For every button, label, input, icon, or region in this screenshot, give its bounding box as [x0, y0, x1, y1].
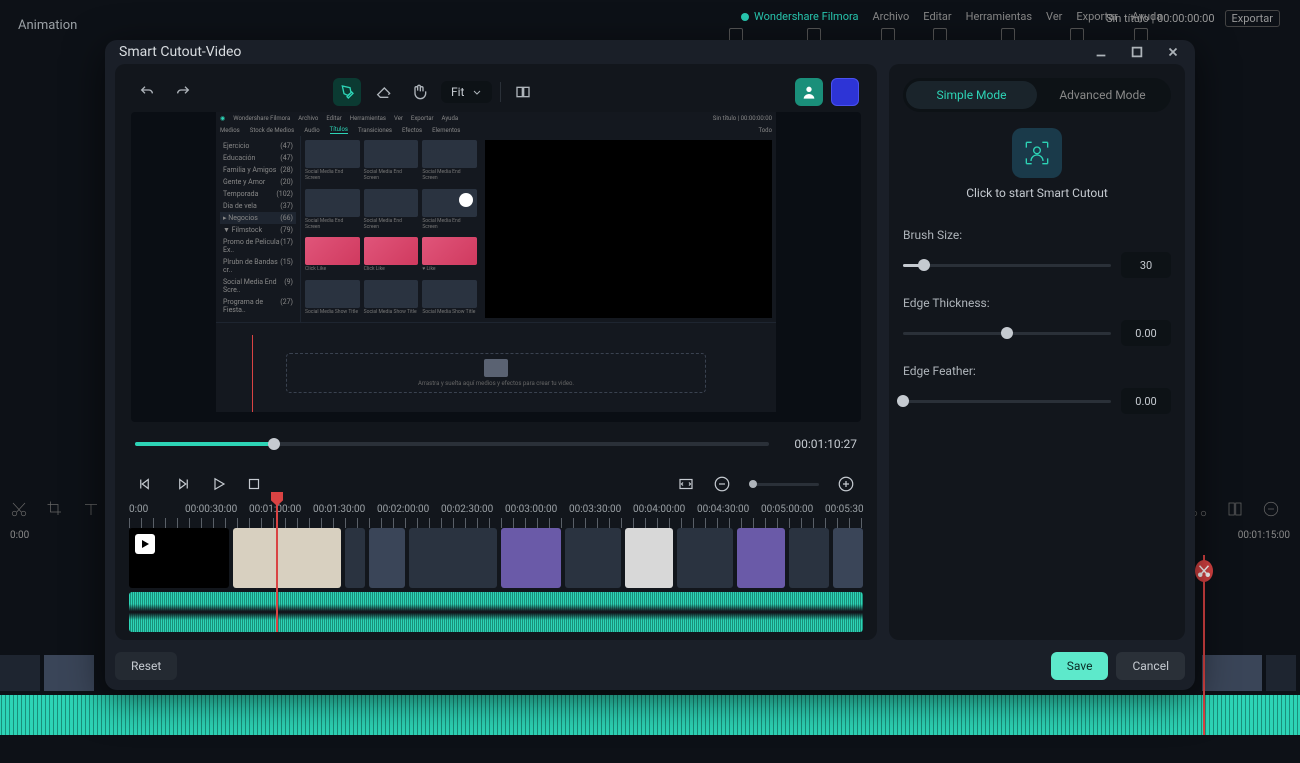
preview-area[interactable]: ◉Wondershare Filmora ArchivoEditarHerram… [131, 112, 861, 422]
mask-color-button[interactable] [831, 78, 859, 106]
eraser-tool-button[interactable] [369, 78, 397, 106]
bg-animation-title: Animation [18, 18, 77, 33]
fit-select[interactable]: Fit [441, 81, 492, 103]
brush-size-label: Brush Size: [903, 228, 1171, 242]
bg-playhead[interactable] [1203, 555, 1205, 735]
stop-button[interactable] [245, 475, 263, 493]
bg-audio-track[interactable] [0, 695, 1300, 735]
edge-feather-label: Edge Feather: [903, 364, 1171, 378]
crop-icon[interactable] [46, 500, 64, 518]
timeline-clip[interactable] [737, 528, 785, 588]
edge-thickness-value[interactable]: 0.00 [1121, 320, 1171, 346]
bg-menu-archivo[interactable]: Archivo [872, 10, 909, 23]
bg-clip[interactable] [1202, 655, 1262, 691]
edge-feather-slider[interactable] [903, 400, 1111, 403]
zoom-in-button[interactable] [837, 475, 855, 493]
bg-clip[interactable] [1266, 655, 1296, 691]
maximize-button[interactable] [1129, 44, 1145, 60]
fit-view-button[interactable] [677, 475, 695, 493]
timeline-clip[interactable] [565, 528, 621, 588]
timeline-clip[interactable] [369, 528, 405, 588]
bg-playhead-marker[interactable] [1195, 560, 1213, 582]
reset-button[interactable]: Reset [115, 652, 177, 680]
brush-tool-button[interactable] [333, 78, 361, 106]
hand-tool-button[interactable] [405, 78, 433, 106]
timeline-clip[interactable] [129, 528, 229, 588]
bg-menu-herramientas[interactable]: Herramientas [966, 10, 1032, 23]
timeline-clip[interactable] [409, 528, 497, 588]
prev-frame-button[interactable] [137, 475, 155, 493]
timeline-clip[interactable] [789, 528, 829, 588]
bg-ruler-mark: 0:00 [10, 530, 29, 550]
timeline-ruler[interactable]: 0:00 00:00:30:00 00:01:00:00 00:01:30:00… [129, 502, 863, 528]
undo-button[interactable] [133, 78, 161, 106]
next-frame-button[interactable] [173, 475, 191, 493]
bg-clip[interactable] [0, 655, 40, 691]
bg-ruler-mark: 00:01:15:00 [1238, 530, 1290, 541]
start-cutout-label: Click to start Smart Cutout [903, 186, 1171, 200]
edge-thickness-slider[interactable] [903, 332, 1111, 335]
person-mask-button[interactable] [795, 78, 823, 106]
timeline-clip[interactable] [233, 528, 341, 588]
timeline-playhead[interactable] [276, 502, 278, 632]
start-smart-cutout-button[interactable] [1012, 128, 1062, 178]
play-button[interactable] [209, 475, 227, 493]
bg-menu-ver[interactable]: Ver [1046, 10, 1062, 23]
bg-clip[interactable] [44, 655, 94, 691]
split-icon[interactable] [1226, 500, 1244, 518]
timeline-clip[interactable] [345, 528, 365, 588]
timeline-audio-track[interactable] [129, 592, 863, 632]
smart-cutout-modal: Smart Cutout-Video Fit [105, 40, 1195, 690]
edge-feather-value[interactable]: 0.00 [1121, 388, 1171, 414]
zoom-out-icon[interactable] [1262, 500, 1280, 518]
progress-slider[interactable] [135, 442, 769, 446]
redo-button[interactable] [169, 78, 197, 106]
text-icon[interactable] [82, 500, 100, 518]
bg-brand: Wondershare Filmora [740, 10, 858, 23]
timecode: 00:01:10:27 [777, 437, 857, 451]
simple-mode-tab[interactable]: Simple Mode [906, 81, 1037, 109]
timeline-clip[interactable] [501, 528, 561, 588]
compare-button[interactable] [509, 78, 537, 106]
bg-export-button[interactable]: Exportar [1225, 10, 1280, 27]
minimize-button[interactable] [1093, 44, 1109, 60]
modal-title: Smart Cutout-Video [119, 44, 241, 60]
save-button[interactable]: Save [1051, 652, 1109, 680]
cancel-button[interactable]: Cancel [1116, 652, 1185, 680]
bg-menu-editar[interactable]: Editar [923, 10, 951, 23]
edge-thickness-label: Edge Thickness: [903, 296, 1171, 310]
timeline-clip[interactable] [625, 528, 673, 588]
brush-size-value[interactable]: 30 [1121, 252, 1171, 278]
cut-icon[interactable] [10, 500, 28, 518]
bg-status-text: Sin título | 00:00:00:00 [1106, 12, 1215, 25]
timeline-clip[interactable] [833, 528, 863, 588]
close-button[interactable] [1165, 44, 1181, 60]
timeline-clip[interactable] [677, 528, 733, 588]
advanced-mode-tab[interactable]: Advanced Mode [1037, 81, 1168, 109]
brush-size-slider[interactable] [903, 264, 1111, 267]
zoom-slider[interactable] [749, 483, 819, 486]
zoom-out-button[interactable] [713, 475, 731, 493]
